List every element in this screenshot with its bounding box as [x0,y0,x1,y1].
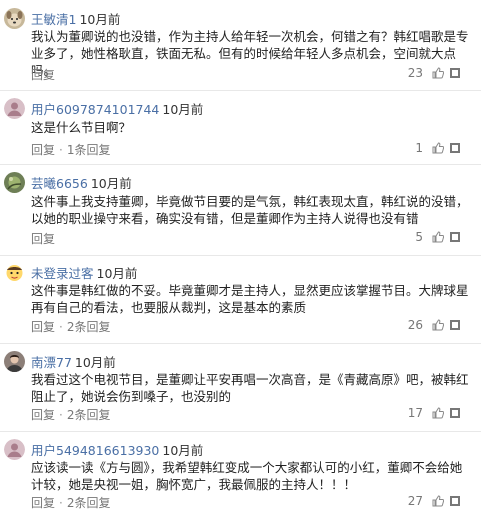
default-user-avatar-icon[interactable] [4,439,25,460]
like-count: 23 [407,66,423,80]
reply-button[interactable]: 回复 [31,318,55,335]
comment-time: 10月前 [74,355,116,370]
share-icon[interactable] [449,495,461,507]
reply-count-link[interactable]: 2条回复 [67,406,111,423]
dog-avatar-icon[interactable] [4,8,25,29]
photo-avatar-icon[interactable] [4,351,25,372]
comment-text: 这件事上我支持董卿，毕竟做节目要的是气氛，韩红表现太直，韩红说的没错，以她的职业… [31,194,469,226]
comment-time: 10月前 [162,443,204,458]
username[interactable]: 用户5494816613930 [31,440,159,459]
like-count: 27 [407,494,423,508]
cartoon-face-avatar-icon[interactable] [4,262,25,283]
comment-text: 我看过这个电视节目，是董卿让平安再唱一次高音，是《青藏高原》吧，被韩红阻止了，她… [31,372,469,404]
reply-button[interactable]: 回复 [31,406,55,423]
plant-avatar-icon[interactable] [4,172,25,193]
reply-button[interactable]: 回复 [31,66,55,83]
username[interactable]: 未登录过客 [31,263,94,282]
separator: · [59,495,63,510]
comment-item: 未登录过客 10月前 这件事是韩红做的不妥。毕竟董卿才是主持人，显然更应该掌握节… [0,256,481,343]
username[interactable]: 芸曦6656 [31,173,88,192]
like-count: 5 [415,230,423,244]
separator: · [59,407,63,422]
reply-count-link[interactable]: 1条回复 [67,141,111,158]
comment-time: 10月前 [90,176,132,191]
username[interactable]: 王敏清1 [31,9,76,28]
thumbs-up-icon[interactable] [432,407,444,419]
comment-item: 南漂77 10月前 我看过这个电视节目，是董卿让平安再唱一次高音，是《青藏高原》… [0,344,481,432]
comment-item: 用户5494816613930 10月前 应该读一读《方与圆》，我希望韩红变成一… [0,432,481,515]
share-icon[interactable] [449,231,461,243]
reply-count-link[interactable]: 2条回复 [67,494,111,511]
comment-text: 应该读一读《方与圆》，我希望韩红变成一个大家都认可的小红，董卿不会给她计较，她是… [31,460,463,492]
comment-time: 10月前 [96,266,138,281]
username[interactable]: 南漂77 [31,352,72,371]
separator: · [59,142,63,157]
comment-time: 10月前 [162,102,204,117]
like-count: 17 [407,406,423,420]
thumbs-up-icon[interactable] [432,231,444,243]
share-icon[interactable] [449,67,461,79]
thumbs-up-icon[interactable] [432,319,444,331]
thumbs-up-icon[interactable] [432,67,444,79]
thumbs-up-icon[interactable] [432,142,444,154]
share-icon[interactable] [449,142,461,154]
comment-item: 用户6097874101744 10月前 这是什么节目啊？ 回复 · 1条回复 … [0,91,481,164]
like-count: 26 [407,318,423,332]
like-count: 1 [415,141,423,155]
default-user-avatar-icon[interactable] [4,98,25,119]
thumbs-up-icon[interactable] [432,495,444,507]
reply-count-link[interactable]: 2条回复 [67,318,111,335]
username[interactable]: 用户6097874101744 [31,99,159,118]
share-icon[interactable] [449,407,461,419]
share-icon[interactable] [449,319,461,331]
comment-item: 芸曦6656 10月前 这件事上我支持董卿，毕竟做节目要的是气氛，韩红表现太直，… [0,165,481,255]
comment-text: 这件事是韩红做的不妥。毕竟董卿才是主持人，显然更应该掌握节目。大牌球星再有自己的… [31,283,469,315]
separator: · [59,319,63,334]
comment-time: 10月前 [79,12,121,27]
reply-button[interactable]: 回复 [31,494,55,511]
comment-item: 王敏清1 10月前 我认为董卿说的也没错，作为主持人给年轻一次机会，何错之有？韩… [0,0,481,88]
reply-button[interactable]: 回复 [31,230,55,247]
reply-button[interactable]: 回复 [31,141,55,158]
comment-text: 这是什么节目啊？ [31,120,132,135]
comment-text: 我认为董卿说的也没错，作为主持人给年轻一次机会，何错之有？韩红唱歌是专业多了，她… [31,29,469,78]
comment-feed: 王敏清1 10月前 我认为董卿说的也没错，作为主持人给年轻一次机会，何错之有？韩… [0,0,481,515]
